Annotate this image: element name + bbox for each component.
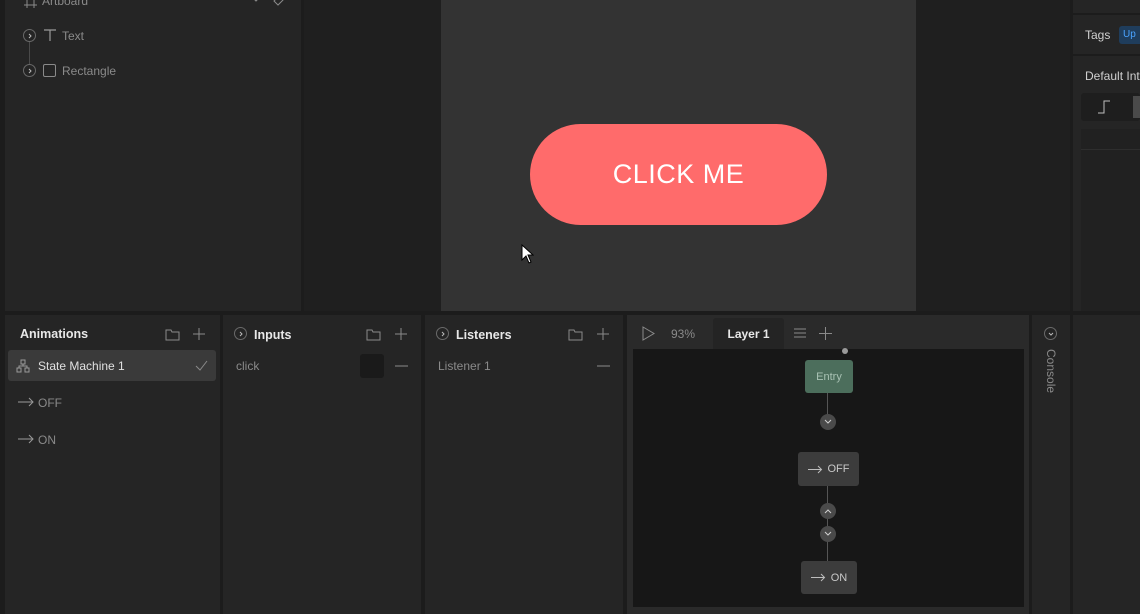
arrow-right-icon (811, 573, 827, 583)
collapse-chevron-icon[interactable] (234, 327, 247, 340)
tab-label: Layer 1 (727, 326, 770, 341)
add-icon[interactable] (595, 326, 611, 342)
listeners-panel: Listeners Listener 1 (425, 315, 623, 614)
artboard-label[interactable]: Artboard (42, 0, 88, 8)
collapse-chevron-icon[interactable] (436, 327, 449, 340)
curve-preview (1081, 129, 1140, 311)
listener-item[interactable]: Listener 1 (425, 353, 623, 379)
remove-icon[interactable] (596, 359, 610, 373)
hierarchy-item-label: Rectangle (62, 64, 117, 78)
inspector-divider (1073, 13, 1140, 15)
off-state-node[interactable]: OFF (798, 452, 859, 486)
animation-item-state-machine[interactable]: State Machine 1 (8, 350, 216, 381)
artboard[interactable]: CLICK ME (441, 0, 916, 311)
expand-chevron-icon[interactable] (23, 29, 36, 42)
rectangle-shape-icon (43, 64, 56, 77)
hierarchy-item-label: Text (62, 29, 85, 43)
console-toggle[interactable]: Console (1044, 349, 1058, 393)
on-node-label: ON (830, 571, 848, 584)
animations-title: Animations (20, 327, 89, 341)
click-me-label: CLICK ME (612, 159, 745, 189)
folder-icon[interactable] (164, 326, 180, 342)
add-icon[interactable] (393, 326, 409, 342)
state-machine-icon (15, 358, 31, 374)
eye-icon[interactable] (250, 0, 262, 6)
transition-down-connector[interactable] (820, 414, 836, 430)
animation-item-label: ON (38, 433, 56, 447)
animations-panel: Animations State Machine 1 OFF ON (5, 315, 220, 614)
checkmark-icon (194, 358, 208, 372)
arrow-right-icon (17, 433, 35, 445)
default-interpolation-label: Default Int (1085, 69, 1140, 83)
folder-icon[interactable] (365, 326, 381, 342)
graph-anchor-dot (842, 348, 848, 354)
tags-label: Tags (1085, 28, 1111, 42)
interpolation-selector[interactable] (1081, 93, 1140, 121)
input-item-click[interactable]: click (223, 353, 421, 379)
menu-icon[interactable] (793, 327, 807, 339)
entry-node-label: Entry (816, 370, 842, 383)
graph-canvas[interactable]: Entry OFF ON (633, 348, 1024, 607)
listener-item-label: Listener 1 (438, 359, 491, 373)
linear-interpolation-option[interactable] (1133, 96, 1140, 118)
graph-panel: 93% Layer 1 Entry OFF ON (627, 315, 1029, 614)
transition-down-connector[interactable] (820, 526, 836, 542)
play-icon[interactable] (640, 325, 656, 341)
zoom-level[interactable]: 93% (671, 327, 695, 341)
remove-icon[interactable] (394, 359, 408, 373)
animation-item-label: State Machine 1 (38, 359, 125, 373)
animation-item-label: OFF (38, 396, 62, 410)
inputs-panel: Inputs click (223, 315, 421, 614)
folder-icon[interactable] (567, 326, 583, 342)
add-layer-icon[interactable] (818, 326, 832, 340)
chevron-down-icon[interactable] (1044, 327, 1057, 340)
inspector-panel: Tags Up Default Int (1073, 0, 1140, 311)
animation-item-off[interactable]: OFF (8, 392, 216, 414)
add-icon[interactable] (191, 326, 207, 342)
expand-chevron-icon[interactable] (23, 64, 36, 77)
animation-item-on[interactable]: ON (8, 429, 216, 451)
hierarchy-item-rectangle[interactable]: Rectangle (23, 61, 283, 81)
input-item-label: click (236, 359, 260, 373)
mouse-cursor-icon (520, 243, 534, 265)
tag-icon[interactable] (272, 0, 284, 6)
tab-layer-1[interactable]: Layer 1 (713, 318, 784, 349)
click-me-button[interactable]: CLICK ME (530, 124, 827, 225)
text-type-icon (42, 27, 58, 43)
transition-up-connector[interactable] (820, 503, 836, 519)
off-node-label: OFF (827, 463, 850, 475)
right-bottom-panel (1073, 315, 1140, 614)
entry-node[interactable]: Entry (805, 360, 853, 393)
transition-line (827, 486, 828, 561)
hierarchy-item-text[interactable]: Text (23, 26, 283, 46)
stage-area[interactable]: CLICK ME (304, 0, 1070, 311)
tags-badge[interactable]: Up (1119, 26, 1140, 44)
inspector-divider (1073, 54, 1140, 56)
listeners-title: Listeners (456, 328, 512, 342)
arrow-right-icon (17, 396, 35, 408)
arrow-right-icon (808, 464, 824, 474)
hierarchy-panel: Artboard Text Rectangle (5, 0, 301, 311)
console-panel: Console (1032, 315, 1070, 614)
artboard-icon (23, 0, 37, 8)
on-state-node[interactable]: ON (801, 561, 857, 594)
inputs-title: Inputs (254, 328, 292, 342)
step-interpolation-icon[interactable] (1096, 99, 1112, 115)
trigger-fire-button[interactable] (360, 354, 384, 378)
